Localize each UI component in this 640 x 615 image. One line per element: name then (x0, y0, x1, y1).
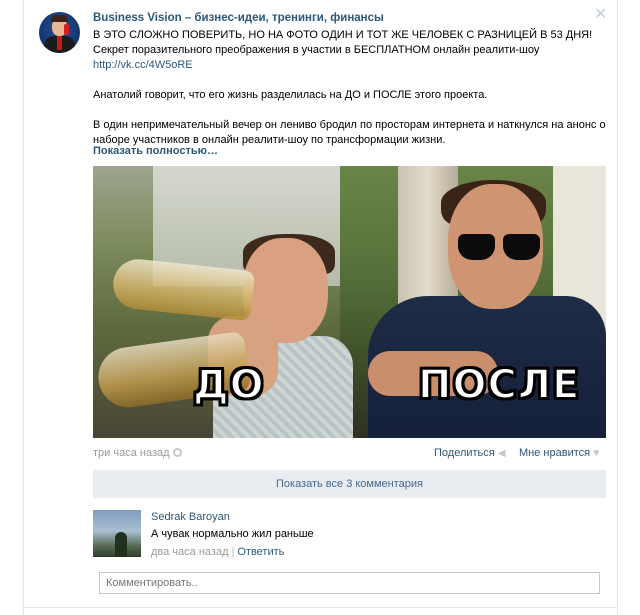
share-button[interactable]: Поделиться ◀ (434, 447, 506, 459)
heart-icon: ♥ (593, 447, 600, 459)
photo-label-after: ПОСЛЕ (417, 361, 581, 409)
comment-input[interactable] (99, 572, 600, 594)
post-paragraph-1-text: В ЭТО СЛОЖНО ПОВЕРИТЬ, НО НА ФОТО ОДИН И… (93, 29, 593, 56)
show-more-link[interactable]: Показать полностью… (93, 145, 218, 157)
share-label: Поделиться (434, 447, 495, 459)
sunglasses (458, 234, 540, 260)
comment-author[interactable]: Sedrak Baroyan (151, 511, 230, 523)
post-photo[interactable]: ДО ПОСЛЕ (93, 166, 606, 438)
megaphone-icon: ◀ (497, 448, 506, 459)
gear-icon[interactable] (172, 448, 182, 457)
avatar-hair (51, 15, 68, 22)
post-paragraph-2: Анатолий говорит, что его жизнь разделил… (93, 89, 488, 101)
comment-text: А чувак нормально жил раньше (151, 528, 314, 540)
post-time[interactable]: три часа назад (93, 447, 182, 459)
post-time-text: три часа назад (93, 447, 170, 459)
comment-separator: | (231, 546, 235, 558)
photo-label-before: ДО (192, 361, 265, 409)
post-paragraph-1: В ЭТО СЛОЖНО ПОВЕРИТЬ, НО НА ФОТО ОДИН И… (93, 28, 608, 73)
show-all-comments-button[interactable]: Показать все 3 комментария (93, 470, 606, 498)
comment-time[interactable]: два часа назад (151, 546, 228, 558)
post-author[interactable]: Business Vision – бизнес-идеи, тренинги,… (93, 12, 384, 24)
divider (23, 607, 618, 608)
close-icon[interactable]: ✕ (594, 7, 607, 23)
phone-icon (64, 24, 69, 35)
post-link[interactable]: http://vk.cc/4W5oRE (93, 59, 193, 71)
like-label: Мне нравится (519, 447, 591, 459)
post-text: В ЭТО СЛОЖНО ПОВЕРИТЬ, НО НА ФОТО ОДИН И… (93, 28, 608, 163)
avatar-tree (115, 532, 127, 557)
like-button[interactable]: Мне нравится ♥ (519, 447, 600, 459)
post-paragraph-3: В один непримечательный вечер он лениво … (93, 119, 606, 146)
reply-link[interactable]: Ответить (237, 546, 284, 558)
comment-meta: два часа назад | Ответить (151, 546, 284, 558)
avatar-tie (57, 36, 62, 50)
commenter-avatar[interactable] (93, 510, 141, 557)
group-avatar[interactable] (39, 12, 80, 53)
